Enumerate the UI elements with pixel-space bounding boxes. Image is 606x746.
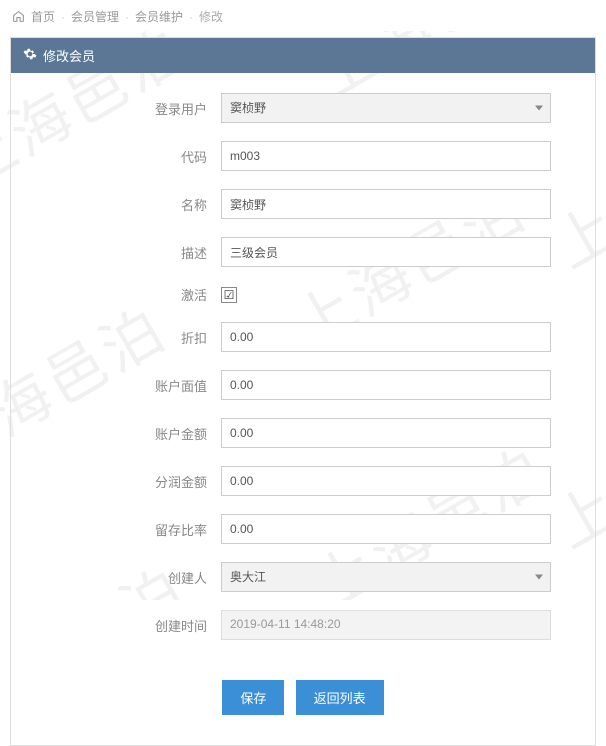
back-button[interactable]: 返回列表 <box>296 680 384 715</box>
breadcrumb-home[interactable]: 首页 <box>31 8 55 25</box>
breadcrumb-l2[interactable]: 会员维护 <box>135 8 183 25</box>
panel: 修改会员 登录用户 窦桢野 代码 名称 <box>10 37 596 746</box>
input-balance[interactable] <box>221 418 551 448</box>
panel-title: 修改会员 <box>43 46 95 65</box>
save-button[interactable]: 保存 <box>222 680 284 715</box>
label-dividend: 分润金额 <box>31 472 221 491</box>
checkbox-active[interactable]: ☑ <box>221 287 237 303</box>
input-name[interactable] <box>221 189 551 219</box>
breadcrumb-sep: · <box>61 10 65 24</box>
input-retain-rate[interactable] <box>221 514 551 544</box>
panel-body: 登录用户 窦桢野 代码 名称 描述 <box>11 73 595 745</box>
label-created-at: 创建时间 <box>31 616 221 635</box>
label-retain-rate: 留存比率 <box>31 520 221 539</box>
label-login-user: 登录用户 <box>31 99 221 118</box>
input-face-value[interactable] <box>221 370 551 400</box>
select-login-user[interactable]: 窦桢野 <box>221 93 551 123</box>
input-desc[interactable] <box>221 237 551 267</box>
breadcrumb-sep: · <box>189 10 193 24</box>
breadcrumb: 首页 · 会员管理 · 会员维护 · 修改 <box>0 0 606 31</box>
label-face-value: 账户面值 <box>31 376 221 395</box>
breadcrumb-l3: 修改 <box>199 8 223 25</box>
label-code: 代码 <box>31 147 221 166</box>
input-code[interactable] <box>221 141 551 171</box>
label-discount: 折扣 <box>31 328 221 347</box>
select-creator[interactable]: 奥大江 <box>221 562 551 592</box>
panel-header: 修改会员 <box>11 38 595 73</box>
label-desc: 描述 <box>31 243 221 262</box>
label-creator: 创建人 <box>31 568 221 587</box>
text-created-at: 2019-04-11 14:48:20 <box>221 610 551 640</box>
gear-icon <box>23 47 37 64</box>
breadcrumb-sep: · <box>125 10 129 24</box>
input-discount[interactable] <box>221 322 551 352</box>
label-active: 激活 <box>31 285 221 304</box>
breadcrumb-l1[interactable]: 会员管理 <box>71 8 119 25</box>
label-name: 名称 <box>31 195 221 214</box>
input-dividend[interactable] <box>221 466 551 496</box>
label-balance: 账户金额 <box>31 424 221 443</box>
home-icon <box>12 10 25 23</box>
